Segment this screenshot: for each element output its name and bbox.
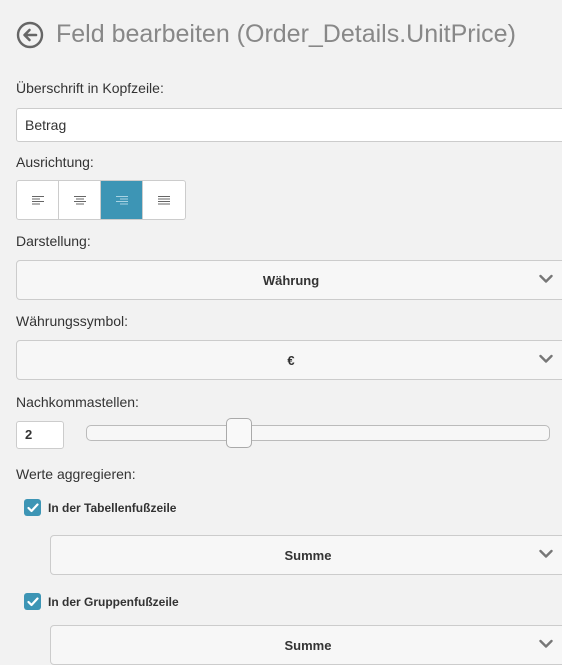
table-footer-label: In der Tabellenfußzeile [48,500,177,515]
currency-label: Währungssymbol: [16,313,129,329]
aggregate-label: Werte aggregieren: [16,466,136,482]
table-footer-function-value: Summe [284,547,332,563]
chevron-down-icon [539,354,553,363]
decimals-label: Nachkommastellen: [16,394,139,410]
circle-arrow-left-icon[interactable] [16,21,44,49]
chevron-down-icon [539,549,553,558]
decimals-slider-handle[interactable] [226,418,252,448]
align-center-icon [73,196,86,205]
heading-input[interactable]: Betrag [16,108,562,142]
heading-label: Überschrift in Kopfzeile: [16,80,164,96]
display-select[interactable]: Währung [16,260,562,300]
group-footer-checkbox[interactable] [24,593,41,610]
alignment-label: Ausrichtung: [16,154,94,170]
display-select-value: Währung [262,272,320,288]
header: Feld bearbeiten (Order_Details.UnitPrice… [16,20,516,49]
table-footer-checkbox-row[interactable]: In der Tabellenfußzeile [24,499,176,516]
group-footer-function-value: Summe [284,637,332,653]
align-justify-icon [158,196,170,205]
align-right-button[interactable] [101,181,143,219]
align-left-icon [31,196,44,205]
chevron-down-icon [539,274,553,283]
display-label: Darstellung: [16,233,91,249]
align-center-button[interactable] [59,181,101,219]
group-footer-checkbox-row[interactable]: In der Gruppenfußzeile [24,593,179,610]
currency-select[interactable]: € [16,340,562,380]
checkmark-icon [26,502,39,512]
align-justify-button[interactable] [143,181,185,219]
decimals-input[interactable]: 2 [16,421,64,449]
align-right-icon [115,196,128,205]
table-footer-checkbox[interactable] [24,499,41,516]
currency-select-value: € [287,352,295,368]
page-title: Feld bearbeiten (Order_Details.UnitPrice… [56,20,516,48]
checkmark-icon [26,596,39,606]
chevron-down-icon [539,639,553,648]
table-footer-function-select[interactable]: Summe [50,535,562,575]
alignment-button-group [16,180,186,220]
group-footer-label: In der Gruppenfußzeile [48,594,179,609]
align-left-button[interactable] [17,181,59,219]
group-footer-function-select[interactable]: Summe [50,625,562,665]
decimals-slider-track[interactable] [86,425,550,441]
